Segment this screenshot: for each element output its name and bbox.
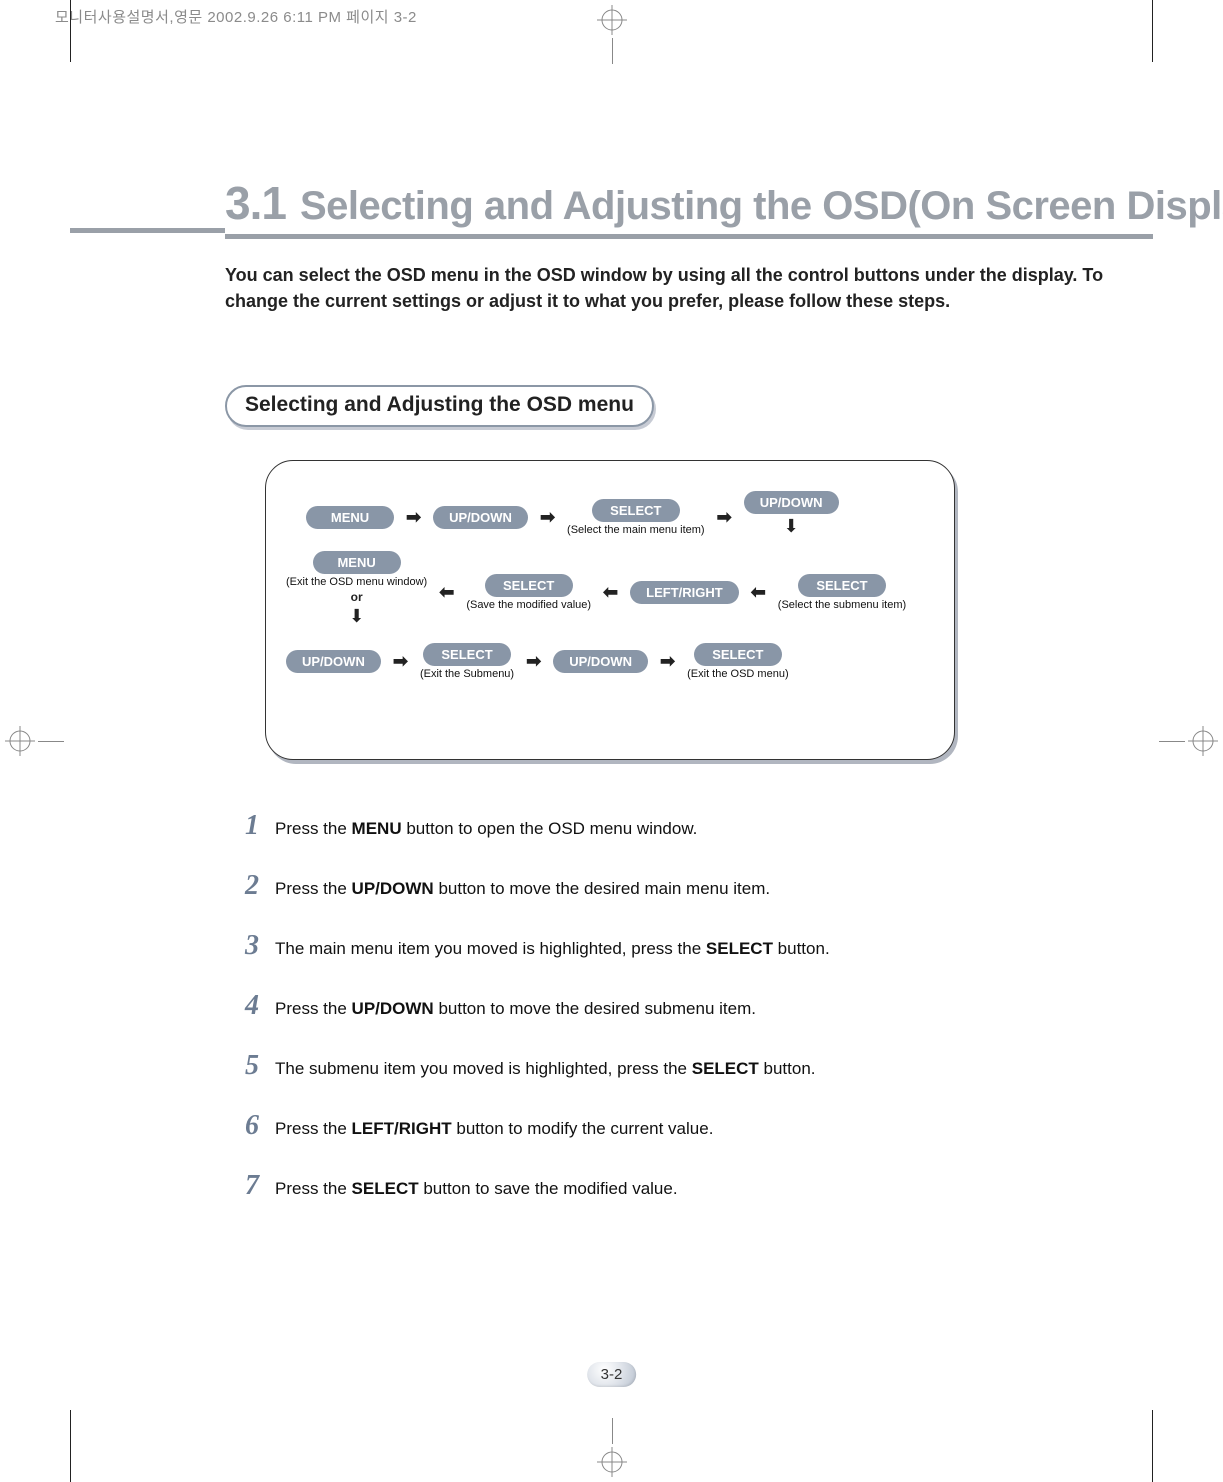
step-text: Press the MENU button to open the OSD me… [275,819,697,839]
step-text: Press the UP/DOWN button to move the des… [275,999,756,1019]
crop-line [1152,1410,1153,1482]
step-item: 5 The submenu item you moved is highligh… [235,1050,1103,1082]
step-number: 6 [235,1110,259,1142]
section-number: 3.1 [225,177,286,229]
arrow-left-icon: ⬅ [601,582,620,603]
pill-leftright: LEFT/RIGHT [630,581,739,604]
pill-updown: UP/DOWN [286,650,381,673]
register-mark-left [5,726,35,756]
step-number: 1 [235,810,259,842]
arrow-down-icon: ⬇ [784,516,799,537]
pill-menu: MENU [306,506,394,529]
step-text: Press the SELECT button to save the modi… [275,1179,678,1199]
crop-tick-left [38,741,64,742]
arrow-left-icon: ⬅ [749,582,768,603]
caption: (Exit the OSD menu) [687,668,788,680]
pill-updown: UP/DOWN [553,650,648,673]
step-item: 2 Press the UP/DOWN button to move the d… [235,870,1103,902]
section-title: 3.1Selecting and Adjusting the OSD(On Sc… [70,176,1153,239]
or-label: or [351,590,363,604]
step-number: 4 [235,990,259,1022]
arrow-left-icon: ⬅ [437,582,456,603]
pill-select: SELECT [485,574,573,597]
pill-select: SELECT [592,499,680,522]
step-item: 4 Press the UP/DOWN button to move the d… [235,990,1103,1022]
caption: (Exit the Submenu) [420,668,514,680]
subheading-pill: Selecting and Adjusting the OSD menu [225,385,654,427]
step-item: 7 Press the SELECT button to save the mo… [235,1170,1103,1202]
caption: (Select the submenu item) [778,599,906,611]
crop-line [70,0,71,62]
arrow-right-icon: ➡ [538,507,557,528]
pill-menu: MENU [313,551,401,574]
print-header-info: 모니터사용설명서,영문 2002.9.26 6:11 PM 페이지 3-2 [55,6,417,27]
title-rule [70,228,225,233]
pill-select: SELECT [798,574,886,597]
pill-select: SELECT [694,643,782,666]
step-number: 2 [235,870,259,902]
arrow-down-icon: ⬇ [349,606,364,627]
caption: (Save the modified value) [466,599,591,611]
step-text: Press the UP/DOWN button to move the des… [275,879,770,899]
register-mark-right [1188,726,1218,756]
step-item: 6 Press the LEFT/RIGHT button to modify … [235,1110,1103,1142]
step-text: Press the LEFT/RIGHT button to modify th… [275,1119,713,1139]
steps-list: 1 Press the MENU button to open the OSD … [235,810,1103,1230]
crop-line [70,1410,71,1482]
crop-tick-top [612,38,613,64]
arrow-right-icon: ➡ [404,507,423,528]
crop-tick-bottom [612,1418,613,1444]
caption: (Select the main menu item) [567,524,705,536]
arrow-right-icon: ➡ [715,507,734,528]
section-title-text: Selecting and Adjusting the OSD(On Scree… [300,184,1223,228]
title-text: 3.1Selecting and Adjusting the OSD(On Sc… [225,176,1153,239]
register-mark-bottom [597,1447,627,1477]
register-mark-top [597,5,627,35]
step-number: 7 [235,1170,259,1202]
step-number: 5 [235,1050,259,1082]
arrow-right-icon: ➡ [391,651,410,672]
pill-updown: UP/DOWN [744,491,839,514]
intro-paragraph: You can select the OSD menu in the OSD w… [225,262,1123,314]
step-item: 1 Press the MENU button to open the OSD … [235,810,1103,842]
step-item: 3 The main menu item you moved is highli… [235,930,1103,962]
crop-line [1152,0,1153,62]
arrow-right-icon: ➡ [524,651,543,672]
caption: (Exit the OSD menu window) [286,576,427,588]
step-text: The submenu item you moved is highlighte… [275,1059,816,1079]
step-text: The main menu item you moved is highligh… [275,939,830,959]
pill-updown: UP/DOWN [433,506,528,529]
arrow-right-icon: ➡ [658,651,677,672]
pill-select: SELECT [423,643,511,666]
page-number-badge: 3-2 [587,1362,637,1387]
crop-tick-right [1159,741,1185,742]
flow-diagram: MENU ➡ UP/DOWN ➡ SELECT (Select the main… [265,460,955,760]
step-number: 3 [235,930,259,962]
